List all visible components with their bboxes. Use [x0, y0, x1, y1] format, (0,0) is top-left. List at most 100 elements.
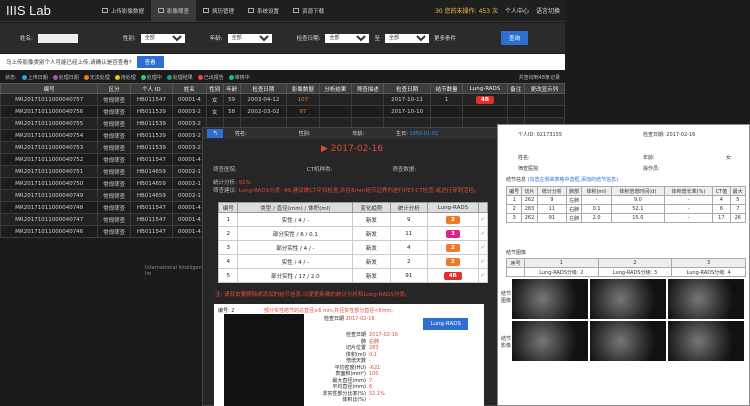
- table-row[interactable]: 2 283 11 右肺 0.1 52.1-6 7: [505, 204, 747, 214]
- select-cell[interactable]: ✓: [477, 268, 489, 283]
- legend-item: 无法处理: [83, 74, 110, 81]
- table-cell: 283: [521, 204, 538, 214]
- rads-cell: 2: [426, 254, 479, 269]
- language-menu[interactable]: 语言切换: [536, 6, 560, 15]
- record-total: 共查询到48条记录: [518, 74, 560, 81]
- app-logo[interactable]: IIIS Lab: [0, 3, 95, 18]
- name-input[interactable]: [37, 33, 78, 43]
- lung-rads-button[interactable]: Lung-RADS: [423, 318, 468, 330]
- tab-upload[interactable]: 上传影像数据: [95, 0, 151, 22]
- nodule-cell: 2: [389, 254, 428, 269]
- table-cell: [318, 93, 352, 106]
- column-header[interactable]: 姓名: [171, 83, 207, 94]
- ct-scan-image[interactable]: [224, 314, 304, 406]
- column-header[interactable]: 分析结果: [318, 83, 352, 94]
- status-dot-icon: [114, 74, 120, 80]
- user-center-menu[interactable]: 个人中心: [505, 6, 529, 15]
- nodule-image-1[interactable]: [512, 279, 588, 319]
- nodule-cell: 新发: [352, 240, 391, 255]
- check-icon[interactable]: ✓: [481, 217, 486, 223]
- select-cell[interactable]: ✓: [477, 240, 489, 255]
- table-cell: 常规筛查: [97, 189, 131, 202]
- tab-download[interactable]: 资源下载: [286, 0, 331, 22]
- table-cell: 2.0: [581, 213, 612, 223]
- nodule-row[interactable]: 5 部分实性 / 17 / 2.0 新发 91 4B ✓: [217, 268, 489, 283]
- nodule-cell: 新发: [352, 268, 391, 283]
- stat-row: 统计分析: 91%: [213, 180, 251, 186]
- column-header[interactable]: 年龄: [222, 83, 241, 94]
- rads-grade-label: Lung-RADS分级: 2: [523, 267, 599, 277]
- check-icon[interactable]: ✓: [481, 245, 486, 251]
- nodule-image-5[interactable]: [590, 321, 666, 361]
- select-cell[interactable]: ✓: [477, 254, 489, 269]
- rads-grade-label: Lung-RADS分级: 4: [671, 267, 746, 277]
- tab-records[interactable]: 病历管理: [196, 0, 241, 22]
- select-cell[interactable]: ✓: [477, 226, 489, 241]
- nodule-row[interactable]: 1 实性 / 4 / - 新发 9 2 ✓: [217, 212, 489, 227]
- column-header: CT值: [712, 186, 731, 196]
- table-row[interactable]: MR20171011000040756 常规筛查 HB011539 00003-2 女 5…: [0, 105, 566, 118]
- nodule-cell: 9: [389, 212, 428, 227]
- tab-screening[interactable]: 影像筛查: [151, 0, 197, 22]
- table-cell: 262: [521, 195, 538, 205]
- select-cell[interactable]: ✓: [477, 212, 489, 227]
- nodule-cell: 4: [389, 240, 428, 255]
- table-row[interactable]: 3 262 91 左肺 2.0 15.0-17 26: [505, 213, 747, 223]
- table-cell: MR20171011000040757: [0, 93, 99, 106]
- nodule-row[interactable]: 4 实性 / 4 / - 新发 2 2 ✓: [217, 254, 489, 269]
- nodule-row[interactable]: 3 部分实性 / 4 / - 新发 4 2 ✓: [217, 240, 489, 255]
- age-select[interactable]: 全部: [227, 33, 272, 43]
- query-button[interactable]: 查询: [500, 31, 528, 45]
- date-to-select[interactable]: 全部: [384, 33, 429, 43]
- nodule-image-6[interactable]: [668, 321, 744, 361]
- column-header[interactable]: 影像数据: [286, 83, 320, 94]
- table-cell: 17: [712, 213, 731, 223]
- nodule-stats: 检查日期 2017-02-16 肺右肺 切片位置 283 体积(ml) 0.1 倍增天数 - 平均…: [314, 332, 404, 404]
- table-row[interactable]: 1 262 9 左肺 -9.0-4 5: [505, 195, 747, 205]
- column-header[interactable]: 结节数量: [429, 83, 464, 94]
- table-cell: 262: [521, 213, 538, 223]
- status-dot-icon: [228, 74, 234, 80]
- check-icon[interactable]: ✓: [481, 231, 486, 237]
- check-icon[interactable]: ✓: [481, 259, 486, 265]
- column-header[interactable]: 筛查描述: [350, 83, 385, 94]
- column-header[interactable]: 检查日期: [239, 83, 288, 94]
- column-header[interactable]: 区分: [97, 83, 131, 94]
- date-from-select[interactable]: 全部: [325, 33, 370, 43]
- table-cell: 58: [222, 105, 241, 118]
- column-header[interactable]: 更改显示列: [523, 83, 566, 94]
- sex-select[interactable]: 全部: [140, 33, 185, 43]
- nodule-cell: 3: [217, 240, 239, 255]
- table-cell: HB011547: [129, 213, 173, 226]
- table-row[interactable]: MR20171011000040757 常规筛查 HB011547 00001-4 女 5…: [0, 93, 566, 106]
- table-cell: 11: [536, 204, 567, 214]
- nodule-image-2[interactable]: [590, 279, 666, 319]
- table-cell: 0.1: [581, 204, 612, 214]
- table-cell: 9.0: [610, 195, 665, 205]
- column-header[interactable]: 编号: [0, 83, 99, 94]
- table-cell: [429, 105, 464, 118]
- pending-count[interactable]: 30 您的未操作: 453 次: [435, 6, 498, 15]
- tab-settings[interactable]: 系统设置: [241, 0, 286, 22]
- column-header[interactable]: 个人 ID: [129, 83, 173, 94]
- column-header[interactable]: 备注: [506, 83, 525, 94]
- more-conditions-link[interactable]: 更多条件: [434, 34, 456, 42]
- view-button[interactable]: 查看: [136, 56, 164, 68]
- nodule-image-3[interactable]: [668, 279, 744, 319]
- rads-cell: 3: [426, 226, 479, 241]
- table-cell: 2017-10-11: [383, 93, 431, 106]
- nodule-row[interactable]: 2 部分实性 / 6 / 0.1 新发 11 3 ✓: [217, 226, 489, 241]
- column-header[interactable]: 性别: [205, 83, 224, 94]
- nodule-image-grid: [512, 279, 744, 363]
- column-header: 类型 / 直径(mm) / 体积(ml): [237, 202, 354, 213]
- nodule-cell: 2: [217, 226, 239, 241]
- back-button[interactable]: ↰: [207, 129, 223, 138]
- advice-row: 筛查建议: Lung-RADS分类: 4B,建议做CT平扫检查,并在6mm结节边…: [213, 188, 480, 194]
- column-header[interactable]: 检查日期: [383, 83, 431, 94]
- check-icon[interactable]: ✓: [481, 273, 486, 279]
- column-header[interactable]: Lung-RADS: [462, 83, 508, 94]
- rads-cell: 4B: [426, 268, 479, 283]
- nodule-image-4[interactable]: [512, 321, 588, 361]
- table-cell: 2017-10-10: [383, 105, 431, 118]
- table-cell: MR20171011000040752: [0, 153, 99, 166]
